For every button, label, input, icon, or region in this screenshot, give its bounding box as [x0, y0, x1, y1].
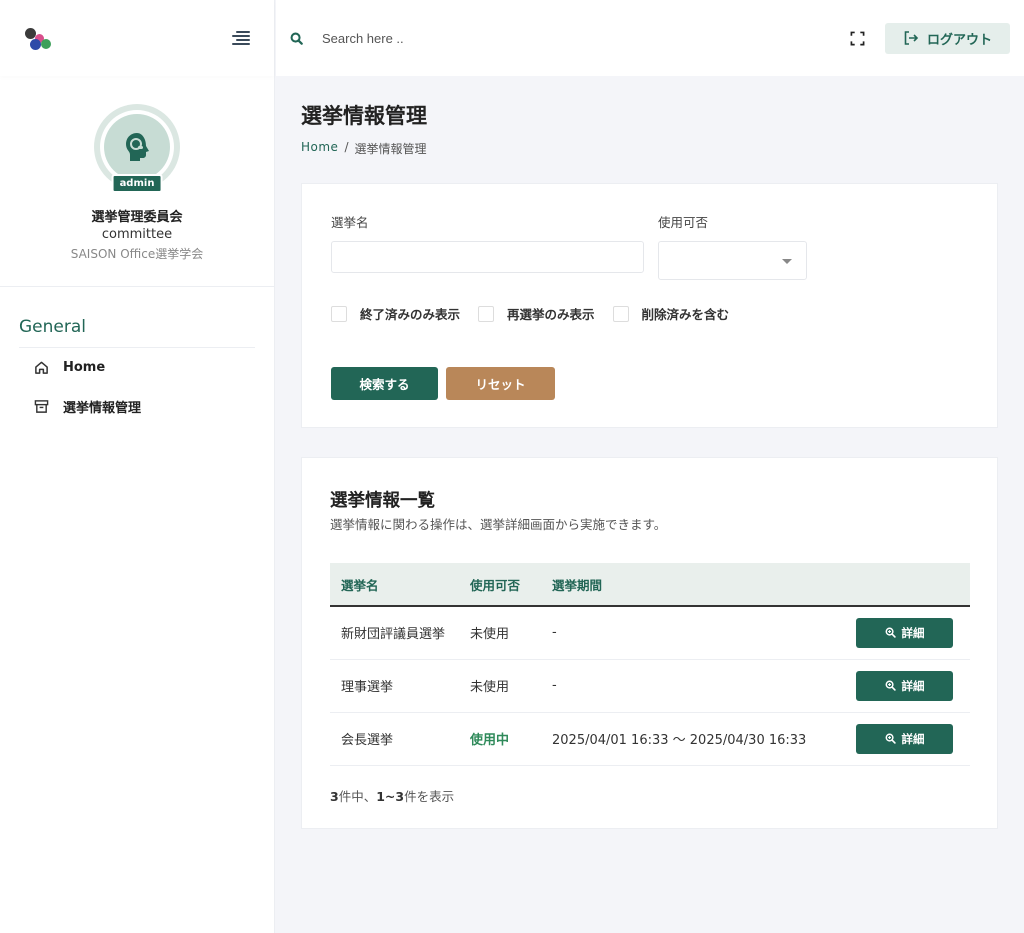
detail-button-label: 詳細 — [901, 625, 925, 640]
sidebar-brand — [0, 0, 274, 76]
home-icon — [33, 360, 49, 376]
checkbox-label: 削除済みを含む — [641, 307, 730, 322]
detail-button[interactable]: 詳細 — [856, 617, 953, 648]
archive-icon — [33, 399, 49, 415]
zoom-in-icon — [885, 680, 896, 691]
reset-button[interactable]: リセット — [446, 367, 555, 400]
cell-election-name: 新財団評議員選挙 — [330, 606, 470, 660]
zoom-in-icon — [885, 733, 896, 744]
cell-election-name: 理事選挙 — [330, 659, 470, 713]
breadcrumb-home-link[interactable]: Home — [301, 140, 338, 157]
top-bar: ログアウト — [276, 0, 1024, 76]
pagination-total-suffix: 件中、 — [338, 788, 377, 804]
cell-period: 2025/04/01 16:33 〜 2025/04/30 16:33 — [552, 712, 850, 766]
table-header-row: 選挙名 使用可否 選挙期間 — [330, 563, 970, 607]
column-header-name: 選挙名 — [330, 563, 470, 607]
main-content: 選挙情報管理 Home / 選挙情報管理 選挙名 使用可否 終了済みのみ表示 再… — [301, 76, 998, 829]
cell-period: - — [552, 606, 850, 660]
profile-name: 選挙管理委員会 — [91, 210, 183, 225]
column-header-status: 使用可否 — [470, 563, 552, 607]
cell-status: 未使用 — [470, 606, 552, 660]
page-title: 選挙情報管理 — [301, 104, 427, 128]
sidebar-item-home[interactable]: Home — [19, 348, 255, 387]
user-profile: admin 選挙管理委員会 committee SAISON Office選挙学… — [0, 76, 274, 287]
pagination-range: 1~3 — [376, 788, 405, 804]
logout-icon — [904, 31, 919, 45]
search-icon — [290, 30, 306, 46]
zoom-in-icon — [885, 627, 896, 638]
election-name-group: 選挙名 — [331, 212, 644, 280]
search-button[interactable]: 検索する — [331, 367, 438, 400]
election-name-label: 選挙名 — [331, 215, 369, 230]
list-description: 選挙情報に関わる操作は、選挙詳細画面から実施できます。 — [330, 517, 667, 532]
filter-checkboxes: 終了済みのみ表示 再選挙のみ表示 削除済みを含む — [331, 304, 968, 323]
breadcrumb-separator: / — [344, 140, 349, 154]
breadcrumb-current: 選挙情報管理 — [354, 142, 427, 156]
finished-only-checkbox[interactable]: 終了済みのみ表示 — [331, 304, 460, 323]
pagination-range-suffix: 件を表示 — [404, 788, 455, 804]
table-row: 会長選挙 使用中 2025/04/01 16:33 〜 2025/04/30 1… — [330, 712, 970, 766]
availability-group: 使用可否 — [658, 212, 807, 280]
logout-button[interactable]: ログアウト — [884, 22, 1010, 54]
logout-label: ログアウト — [926, 31, 992, 47]
sidebar-item-label: Home — [63, 360, 106, 375]
sidebar-item-label: 選挙情報管理 — [63, 401, 142, 416]
nav-section-title: General — [19, 317, 255, 348]
profile-user-id: committee — [101, 227, 173, 242]
election-list-card: 選挙情報一覧 選挙情報に関わる操作は、選挙詳細画面から実施できます。 選挙名 使… — [301, 457, 998, 829]
checkbox-box[interactable] — [612, 305, 629, 322]
menu-toggle-icon[interactable] — [232, 31, 250, 45]
detail-button[interactable]: 詳細 — [856, 670, 953, 701]
availability-select[interactable] — [658, 241, 807, 280]
breadcrumb: Home / 選挙情報管理 — [301, 140, 998, 157]
fullscreen-icon[interactable] — [849, 29, 867, 47]
search-input[interactable] — [322, 30, 622, 46]
profile-organization: SAISON Office選挙学会 — [70, 247, 204, 261]
sidebar-nav: General Home 選挙情報管理 — [0, 287, 274, 426]
checkbox-label: 再選挙のみ表示 — [507, 307, 595, 322]
availability-label: 使用可否 — [658, 215, 709, 230]
cell-status: 使用中 — [470, 712, 552, 766]
pagination-total: 3 — [330, 788, 339, 804]
pagination-summary: 3件中、1~3件を表示 — [330, 786, 969, 805]
detail-button[interactable]: 詳細 — [856, 723, 953, 754]
election-name-input[interactable] — [331, 241, 644, 273]
detail-button-label: 詳細 — [901, 731, 925, 746]
list-title: 選挙情報一覧 — [330, 491, 435, 511]
cell-period: - — [552, 659, 850, 713]
search-form-card: 選挙名 使用可否 終了済みのみ表示 再選挙のみ表示 削除済みを含む 検索する リ… — [301, 183, 998, 428]
include-deleted-checkbox[interactable]: 削除済みを含む — [612, 304, 730, 323]
sidebar-item-election-management[interactable]: 選挙情報管理 — [19, 387, 255, 426]
logo[interactable] — [24, 25, 52, 51]
column-header-period: 選挙期間 — [552, 563, 850, 607]
election-table: 選挙名 使用可否 選挙期間 新財団評議員選挙 未使用 - 詳細 理事選挙 未使用… — [330, 563, 970, 766]
support-agent-icon — [126, 133, 149, 161]
avatar: admin — [94, 104, 180, 193]
detail-button-label: 詳細 — [901, 678, 925, 693]
checkbox-label: 終了済みのみ表示 — [360, 307, 461, 322]
reelection-only-checkbox[interactable]: 再選挙のみ表示 — [478, 304, 595, 323]
sidebar: admin 選挙管理委員会 committee SAISON Office選挙学… — [0, 0, 275, 933]
cell-status: 未使用 — [470, 659, 552, 713]
checkbox-box[interactable] — [478, 305, 495, 322]
role-badge: admin — [111, 174, 163, 193]
checkbox-box[interactable] — [331, 305, 347, 322]
table-row: 新財団評議員選挙 未使用 - 詳細 — [330, 606, 970, 660]
column-header-action — [850, 563, 970, 607]
cell-election-name: 会長選挙 — [330, 712, 470, 766]
table-row: 理事選挙 未使用 - 詳細 — [330, 659, 970, 713]
